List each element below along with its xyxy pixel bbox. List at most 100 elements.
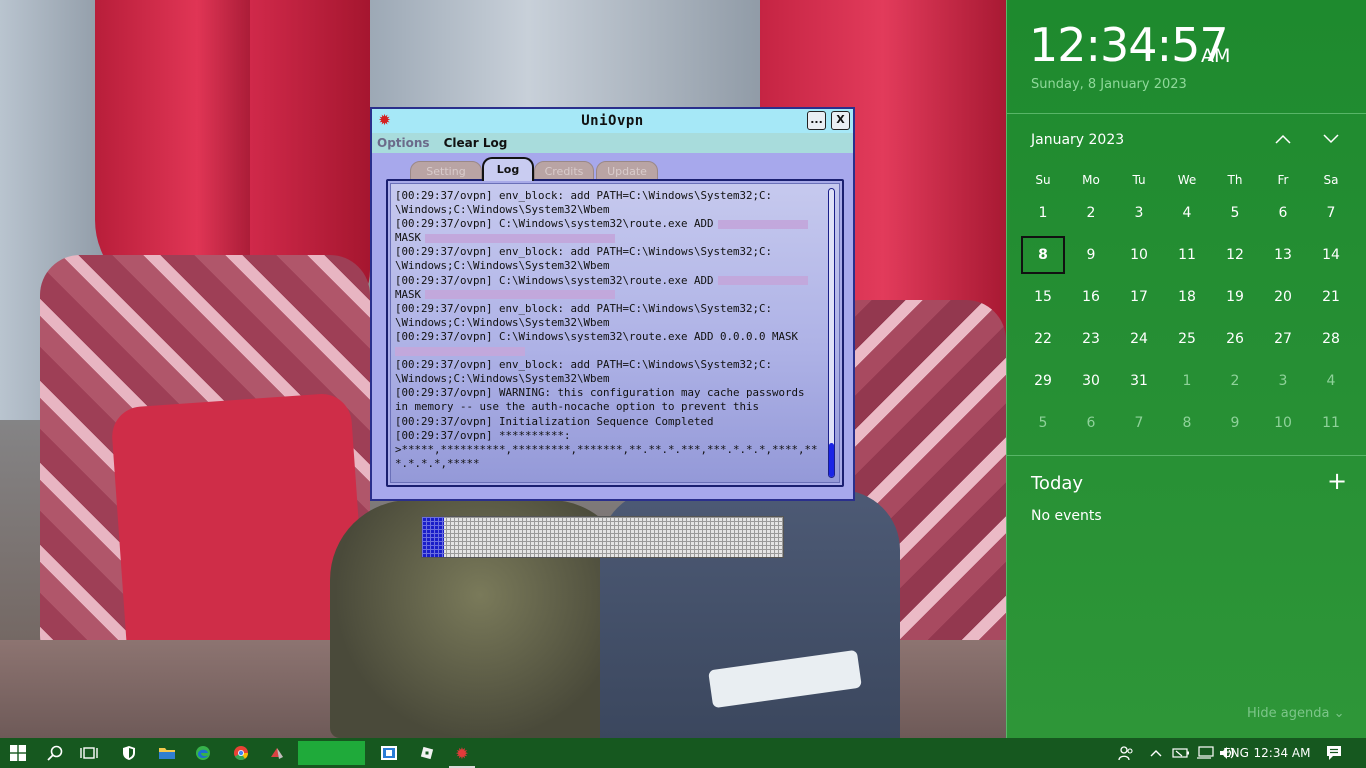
- redacted-text: [425, 233, 616, 243]
- flyout-date[interactable]: Sunday, 8 January 2023: [1031, 77, 1187, 92]
- calendar-day[interactable]: 29: [1019, 360, 1067, 402]
- calendar-day[interactable]: 6: [1259, 192, 1307, 234]
- log-line: [00:29:37/ovpn] env_block: add PATH=C:\W…: [395, 189, 773, 202]
- uniovpn-icon[interactable]: ✹: [448, 738, 476, 768]
- calendar-day[interactable]: 6: [1067, 402, 1115, 444]
- log-line: [00:29:37/ovpn] C:\Windows\system32\rout…: [395, 274, 825, 288]
- minimize-button[interactable]: ...: [807, 111, 826, 130]
- calendar-day[interactable]: 18: [1163, 276, 1211, 318]
- calendar-day[interactable]: 17: [1115, 276, 1163, 318]
- hide-agenda-button[interactable]: Hide agenda ⌄: [1247, 706, 1344, 721]
- log-line: [00:29:37/ovpn] C:\Windows\system32\rout…: [395, 329, 799, 343]
- divider: [1007, 113, 1366, 114]
- calendar-day[interactable]: 11: [1307, 402, 1355, 444]
- log-line: *.*.*.*,*****: [395, 456, 480, 470]
- calendar-day[interactable]: 22: [1019, 318, 1067, 360]
- windows-start-icon[interactable]: [0, 738, 36, 768]
- calendar-day[interactable]: 9: [1211, 402, 1259, 444]
- calendar-day[interactable]: 28: [1307, 318, 1355, 360]
- calendar-day[interactable]: 1: [1163, 360, 1211, 402]
- calendar-day[interactable]: 13: [1259, 234, 1307, 276]
- tab-setting[interactable]: Setting: [410, 161, 482, 181]
- calendar-day[interactable]: 14: [1307, 234, 1355, 276]
- scrollbar-thumb[interactable]: [829, 443, 834, 477]
- chevron-up-icon[interactable]: [1146, 738, 1166, 768]
- calendar-day[interactable]: 23: [1067, 318, 1115, 360]
- log-line: [00:29:37/ovpn] env_block: add PATH=C:\W…: [395, 358, 773, 372]
- action-center-icon[interactable]: [1320, 738, 1348, 768]
- calendar-day[interactable]: 4: [1163, 192, 1211, 234]
- taskbar-active-app[interactable]: [298, 741, 365, 765]
- menu-clear-log[interactable]: Clear Log: [444, 136, 508, 150]
- calendar-day[interactable]: 9: [1067, 234, 1115, 276]
- tab-log[interactable]: Log: [482, 157, 534, 181]
- calendar-day-today[interactable]: 8: [1021, 236, 1065, 274]
- calendar-day[interactable]: 1: [1019, 192, 1067, 234]
- log-line: [00:29:37/ovpn] env_block: add PATH=C:\W…: [395, 245, 773, 259]
- menu-options[interactable]: Options: [377, 136, 430, 150]
- calendar-day[interactable]: 24: [1115, 318, 1163, 360]
- task-view-icon[interactable]: [74, 738, 104, 768]
- calendar-day[interactable]: 16: [1067, 276, 1115, 318]
- calendar-day[interactable]: 4: [1307, 360, 1355, 402]
- calendar-day[interactable]: 27: [1259, 318, 1307, 360]
- calendar-day[interactable]: 10: [1259, 402, 1307, 444]
- taskbar: ✹ ENG 12:34 AM: [0, 738, 1366, 768]
- tab-credits[interactable]: Credits: [534, 161, 594, 181]
- calendar-day[interactable]: 31: [1115, 360, 1163, 402]
- search-icon[interactable]: [40, 738, 70, 768]
- calendar-day[interactable]: 2: [1067, 192, 1115, 234]
- uniovpn-icon: ✹: [378, 111, 391, 129]
- log-line: [00:29:37/ovpn] **********:: [395, 428, 571, 442]
- outlook-icon[interactable]: [374, 738, 404, 768]
- roblox-icon[interactable]: [412, 738, 442, 768]
- taskbar-clock[interactable]: 12:34 AM: [1252, 738, 1312, 768]
- chevron-up-icon[interactable]: [1271, 127, 1295, 151]
- calendar-day[interactable]: 10: [1115, 234, 1163, 276]
- weekday-label: Tu: [1132, 173, 1146, 187]
- network-icon[interactable]: [1194, 738, 1216, 768]
- calendar-day[interactable]: 15: [1019, 276, 1067, 318]
- edge-icon[interactable]: [188, 738, 218, 768]
- calendar-day[interactable]: 12: [1211, 234, 1259, 276]
- battery-icon[interactable]: [1170, 738, 1192, 768]
- calendar-day[interactable]: 25: [1163, 318, 1211, 360]
- log-scrollbar[interactable]: [828, 188, 835, 478]
- weekday-header: Su Mo Tu We Th Fr Sa: [1019, 168, 1355, 192]
- weekday-label: Fr: [1277, 173, 1289, 187]
- language-indicator[interactable]: ENG: [1219, 738, 1253, 768]
- add-event-button[interactable]: +: [1327, 469, 1347, 493]
- redacted-text: [717, 219, 808, 229]
- tab-update[interactable]: Update: [596, 161, 658, 181]
- calendar-day[interactable]: 7: [1307, 192, 1355, 234]
- file-explorer-icon[interactable]: [152, 738, 182, 768]
- chrome-icon[interactable]: [226, 738, 256, 768]
- calendar-grid: Su Mo Tu We Th Fr Sa 1 2 3 4 5 6 7 8 9 10 11 12 13 14 15 16 17…: [1019, 168, 1355, 444]
- calendar-day[interactable]: 7: [1115, 402, 1163, 444]
- shield-icon[interactable]: [114, 738, 144, 768]
- calendar-day[interactable]: 11: [1163, 234, 1211, 276]
- menu-bar: Options Clear Log: [372, 133, 853, 153]
- calendar-day[interactable]: 2: [1211, 360, 1259, 402]
- calendar-day[interactable]: 8: [1163, 402, 1211, 444]
- people-icon[interactable]: [1114, 738, 1138, 768]
- calendar-day[interactable]: 5: [1019, 402, 1067, 444]
- calendar-day[interactable]: 26: [1211, 318, 1259, 360]
- calendar-day[interactable]: 19: [1211, 276, 1259, 318]
- calendar-day[interactable]: 21: [1307, 276, 1355, 318]
- calendar-day[interactable]: 5: [1211, 192, 1259, 234]
- log-line: [00:29:37/ovpn] C:\Windows\system32\rout…: [395, 217, 825, 231]
- log-box[interactable]: [00:29:37/ovpn] env_block: add PATH=C:\W…: [390, 183, 840, 483]
- close-button[interactable]: X: [831, 111, 850, 130]
- calendar-day[interactable]: 30: [1067, 360, 1115, 402]
- app-icon[interactable]: [262, 738, 292, 768]
- calendar-day[interactable]: 20: [1259, 276, 1307, 318]
- redacted-text: [425, 290, 616, 300]
- window-title-bar[interactable]: ✹ UniOvpn ... X: [372, 109, 853, 133]
- calendar-day[interactable]: 3: [1259, 360, 1307, 402]
- calendar-day[interactable]: 3: [1115, 192, 1163, 234]
- calendar-month-label[interactable]: January 2023: [1031, 132, 1124, 148]
- redacted-text: [395, 346, 525, 356]
- weekday-label: Su: [1035, 173, 1051, 187]
- chevron-down-icon[interactable]: [1319, 127, 1343, 151]
